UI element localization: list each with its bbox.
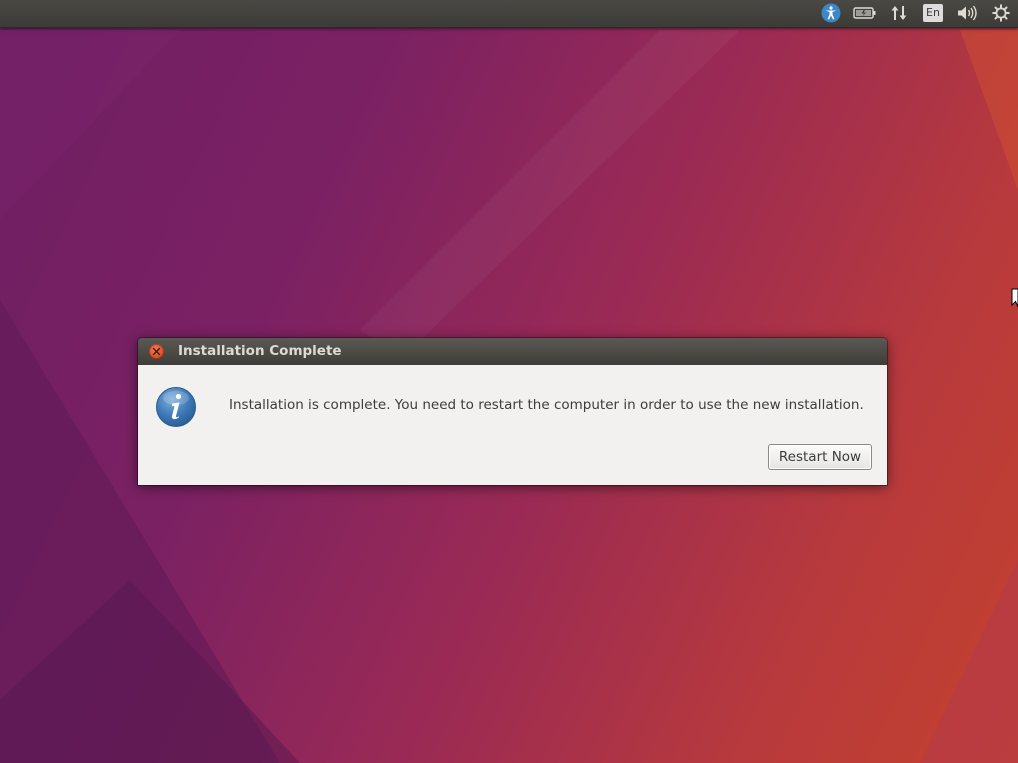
dialog-message: Installation is complete. You need to re… — [229, 397, 864, 413]
restart-now-button[interactable]: Restart Now — [768, 444, 872, 470]
keyboard-layout-indicator[interactable]: En — [916, 0, 950, 26]
close-button[interactable] — [149, 344, 164, 359]
keyboard-layout-label: En — [923, 4, 943, 22]
mouse-cursor-icon — [1011, 288, 1018, 308]
accessibility-indicator[interactable] — [814, 0, 848, 26]
close-icon — [152, 347, 161, 356]
top-panel: En — [0, 0, 1018, 28]
battery-icon — [853, 7, 876, 19]
volume-indicator[interactable] — [950, 0, 984, 26]
dialog-title: Installation Complete — [178, 343, 342, 359]
network-icon — [891, 6, 907, 20]
system-menu-gear-icon — [992, 4, 1010, 22]
dialog-titlebar[interactable]: Installation Complete — [138, 338, 887, 365]
info-icon — [156, 387, 196, 427]
dialog-body: Installation is complete. You need to re… — [138, 365, 887, 485]
system-menu-indicator[interactable] — [984, 0, 1018, 26]
desktop: En Installation Complete Installation is… — [0, 0, 1018, 763]
accessibility-icon — [821, 3, 841, 23]
network-indicator[interactable] — [882, 0, 916, 26]
installation-complete-dialog: Installation Complete Installation is co… — [138, 338, 887, 485]
battery-indicator[interactable] — [848, 0, 882, 26]
indicator-tray: En — [814, 0, 1018, 26]
volume-icon — [958, 5, 977, 21]
